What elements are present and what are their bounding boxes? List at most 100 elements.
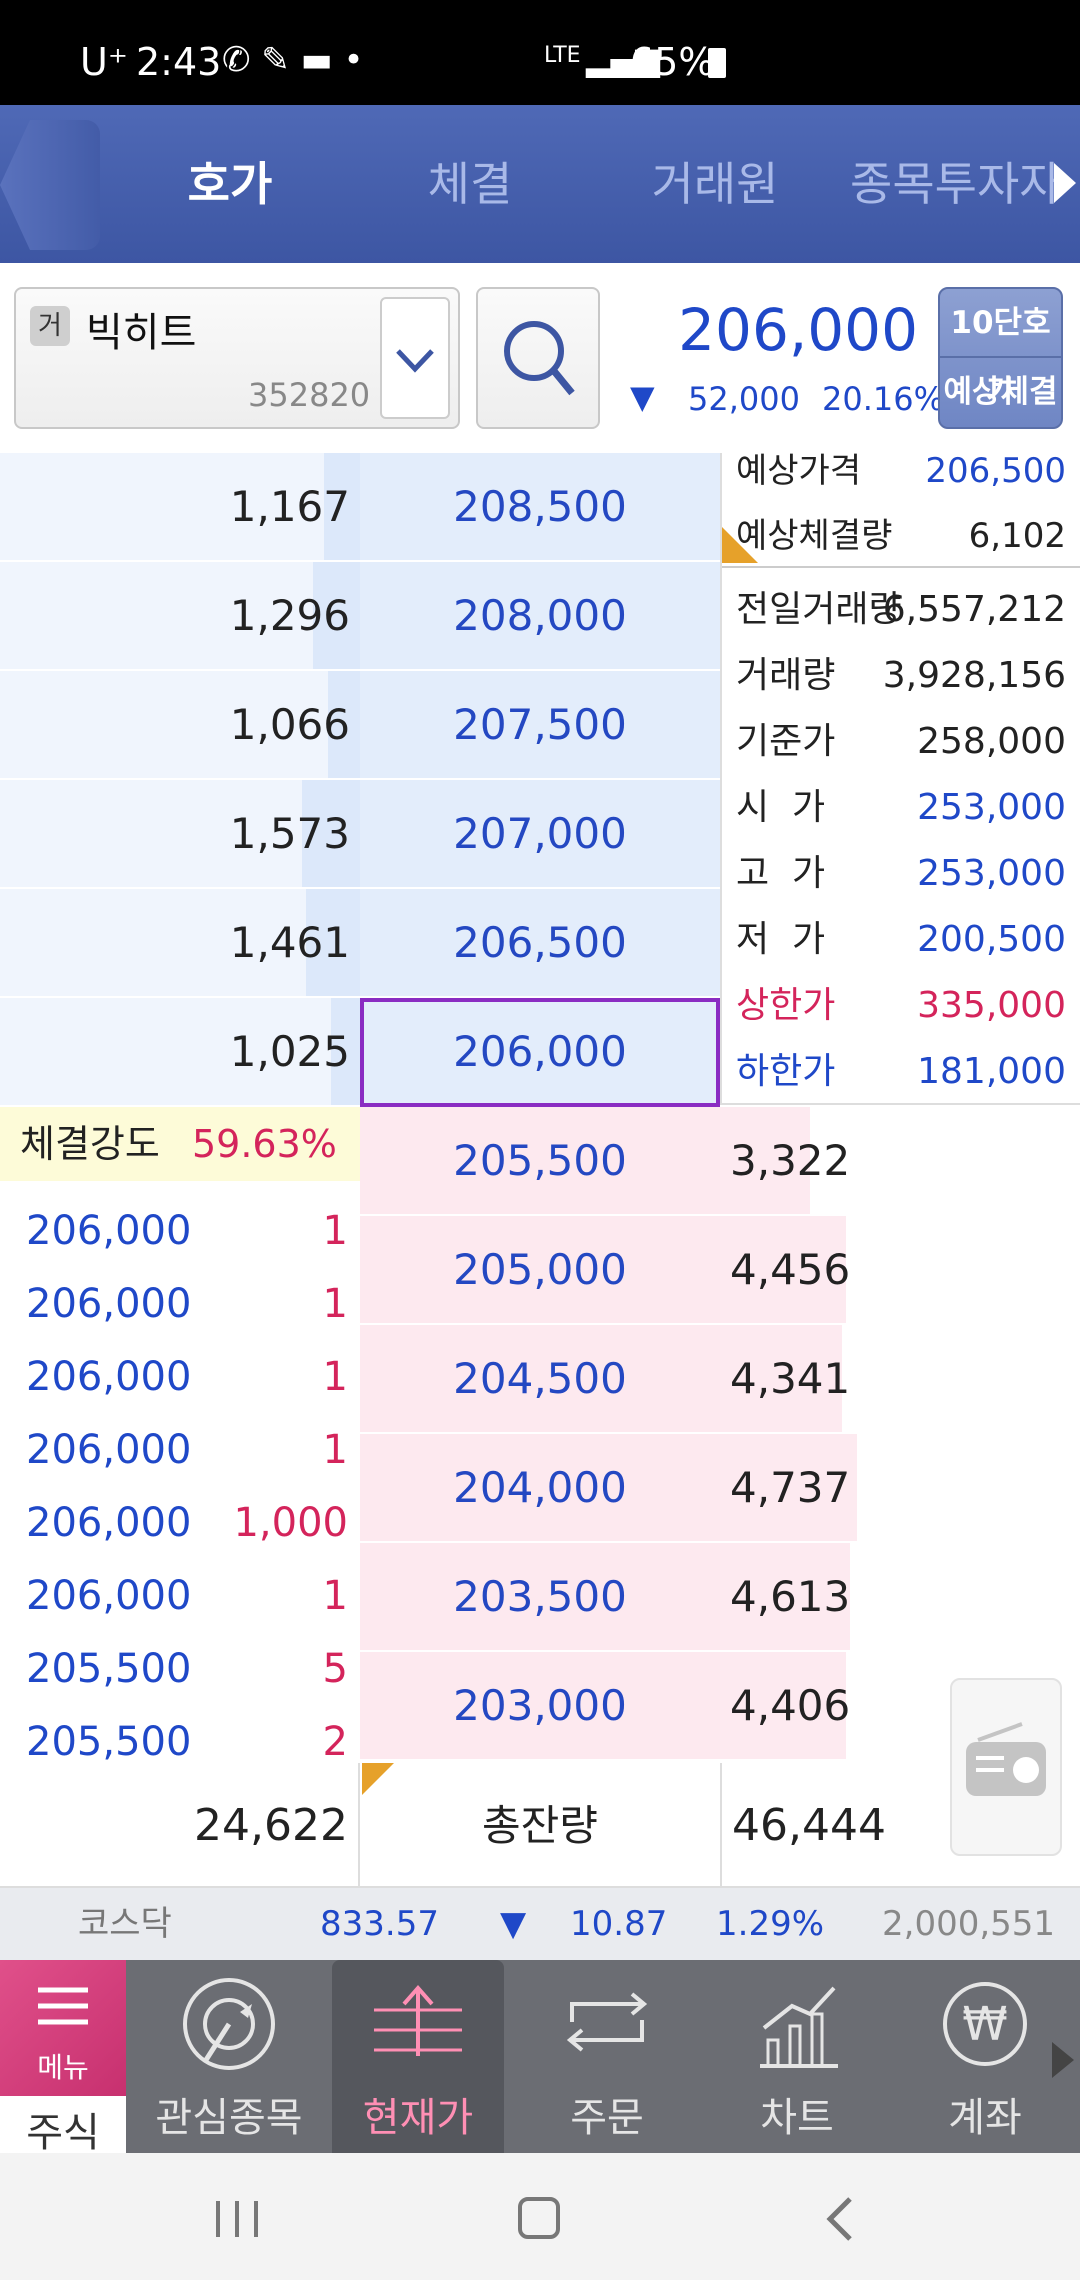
- tab-scroll-right-icon[interactable]: [1054, 163, 1076, 203]
- ask-qty-cell[interactable]: 1,296: [0, 562, 360, 671]
- ask-qty-cell[interactable]: 1,573: [0, 780, 360, 889]
- chevron-down-icon: [396, 349, 434, 373]
- ask-price[interactable]: 207,500: [360, 671, 720, 780]
- tab-investor[interactable]: 종목투자자: [850, 105, 1060, 263]
- stock-info-panel: 예상가격 206,500 예상체결량 6,102 전일거래량 6,557,212 거…: [720, 451, 1080, 1105]
- tab-bar: 호가 체결 거래원 종목투자자: [0, 105, 1080, 263]
- bid-qty: 4,406: [730, 1681, 851, 1730]
- hamburger-icon: [38, 1987, 88, 2025]
- index-change: 10.87: [570, 1904, 668, 1944]
- back-icon[interactable]: [820, 2195, 860, 2243]
- tick-qty: 1: [322, 1573, 348, 1619]
- nav-chart[interactable]: 차트: [712, 1960, 882, 2153]
- tab-trades[interactable]: 체결: [390, 105, 550, 263]
- bid-price[interactable]: 205,000: [360, 1216, 720, 1325]
- nav-order[interactable]: 주문: [522, 1960, 692, 2153]
- trade-ticker[interactable]: 206,000 1 206,000 1 206,000 1 206,000 1 206,000 1…: [0, 1181, 360, 1763]
- index-ticker[interactable]: 코스닥 833.57 ▼ 10.87 1.29% 2,000,551: [0, 1888, 1080, 1960]
- order-book-level-button[interactable]: 10단호가 예상체결: [938, 287, 1063, 429]
- search-icon: [504, 321, 575, 396]
- search-button[interactable]: [476, 287, 600, 429]
- info-label: 하한가: [736, 1051, 836, 1092]
- nav-account[interactable]: ₩ 계좌: [900, 1960, 1070, 2153]
- bid-price[interactable]: 204,000: [360, 1434, 720, 1543]
- expected-price-row: 예상가격 206,500: [736, 441, 1066, 501]
- stock-dropdown-button[interactable]: [380, 297, 450, 419]
- nav-scroll-right-icon[interactable]: [1052, 2042, 1074, 2078]
- info-value: 6,557,212: [882, 589, 1066, 630]
- tick-qty: 1,000: [233, 1500, 348, 1546]
- bid-price[interactable]: 203,500: [360, 1543, 720, 1652]
- ask-price[interactable]: 207,000: [360, 780, 720, 889]
- tick-price: 206,000: [26, 1573, 192, 1619]
- radio-button[interactable]: [950, 1678, 1062, 1856]
- nav-current-price[interactable]: 현재가: [332, 1960, 504, 2153]
- bid-qty-cell[interactable]: 4,737: [720, 1434, 1080, 1543]
- info-value: 206,500: [925, 451, 1066, 491]
- down-arrow-icon: ▼: [500, 1904, 527, 1944]
- info-label: 저 가: [736, 919, 826, 960]
- bid-qty-cell[interactable]: 3,322: [720, 1107, 1080, 1216]
- bid-qty-cell[interactable]: 4,341: [720, 1325, 1080, 1434]
- nav-label: 주문: [570, 2095, 644, 2141]
- bid-price[interactable]: 205,500: [360, 1107, 720, 1216]
- battery-percent: 65%: [630, 40, 715, 84]
- info-row: 전일거래량 6,557,212: [736, 577, 1066, 643]
- bid-total: 46,444: [732, 1800, 886, 1851]
- radio-icon: [966, 1722, 1046, 1796]
- trade-tick: 205,500 5: [0, 1633, 350, 1706]
- tick-price: 206,000: [26, 1354, 192, 1400]
- tick-price: 205,500: [26, 1719, 192, 1763]
- total-remaining-label: 총잔량: [482, 1801, 598, 1850]
- info-row: 시 가 253,000: [736, 775, 1066, 841]
- bid-price[interactable]: 203,000: [360, 1652, 720, 1761]
- ask-qty-cell[interactable]: 1,461: [0, 889, 360, 998]
- trade-tick: 206,000 1,000: [0, 1487, 350, 1560]
- divider: [722, 566, 1080, 568]
- tick-qty: 2: [322, 1719, 348, 1763]
- info-value: 253,000: [917, 787, 1066, 828]
- ask-price[interactable]: 208,000: [360, 562, 720, 671]
- menu-button[interactable]: 메뉴 주식: [0, 1960, 126, 2156]
- bid-qty: 4,737: [730, 1463, 851, 1512]
- ask-qty: 1,066: [229, 700, 350, 749]
- tab-brokers[interactable]: 거래원: [620, 105, 810, 263]
- trade-tick: 206,000 1: [0, 1560, 350, 1633]
- clock: 2:43: [136, 40, 222, 84]
- info-value: 3,928,156: [882, 655, 1066, 696]
- index-value: 833.57: [320, 1904, 439, 1944]
- strength-label: 체결강도: [20, 1122, 160, 1166]
- info-row: 고 가 253,000: [736, 841, 1066, 907]
- bid-qty-cell[interactable]: 4,456: [720, 1216, 1080, 1325]
- trade-tick: 206,000 1: [0, 1195, 350, 1268]
- tab-hoga[interactable]: 호가: [150, 105, 310, 263]
- info-row: 저 가 200,500: [736, 907, 1066, 973]
- bid-price[interactable]: 204,500: [360, 1325, 720, 1434]
- info-label: 거래량: [736, 655, 836, 696]
- carrier-label: U⁺: [80, 40, 128, 84]
- ask-price[interactable]: 206,000: [360, 998, 720, 1107]
- bid-qty-cell[interactable]: 4,613: [720, 1543, 1080, 1652]
- trade-tick: 206,000 1: [0, 1268, 350, 1341]
- order-icon: [566, 1992, 648, 2052]
- info-label: 고 가: [736, 853, 826, 894]
- info-label: 예상가격: [736, 451, 862, 491]
- nav-watchlist[interactable]: 관심종목: [144, 1960, 314, 2153]
- home-icon[interactable]: [518, 2197, 560, 2239]
- ask-qty-cell[interactable]: 1,025: [0, 998, 360, 1107]
- ask-qty-cell[interactable]: 1,167: [0, 453, 360, 562]
- stock-code: 352820: [248, 376, 371, 414]
- info-label: 기준가: [736, 721, 836, 762]
- battery-icon: [708, 48, 726, 78]
- index-name: 코스닥: [78, 1904, 172, 1944]
- svg-text:₩: ₩: [962, 1997, 1007, 2051]
- recents-icon[interactable]: [216, 2201, 258, 2237]
- ask-price[interactable]: 208,500: [360, 453, 720, 562]
- tick-price: 206,000: [26, 1500, 192, 1546]
- ask-qty-cell[interactable]: 1,066: [0, 671, 360, 780]
- ask-price[interactable]: 206,500: [360, 889, 720, 998]
- tick-price: 206,000: [26, 1208, 192, 1254]
- current-price-icon: [374, 1984, 462, 2056]
- info-value: 200,500: [917, 919, 1066, 960]
- chart-icon: [760, 1986, 838, 2068]
